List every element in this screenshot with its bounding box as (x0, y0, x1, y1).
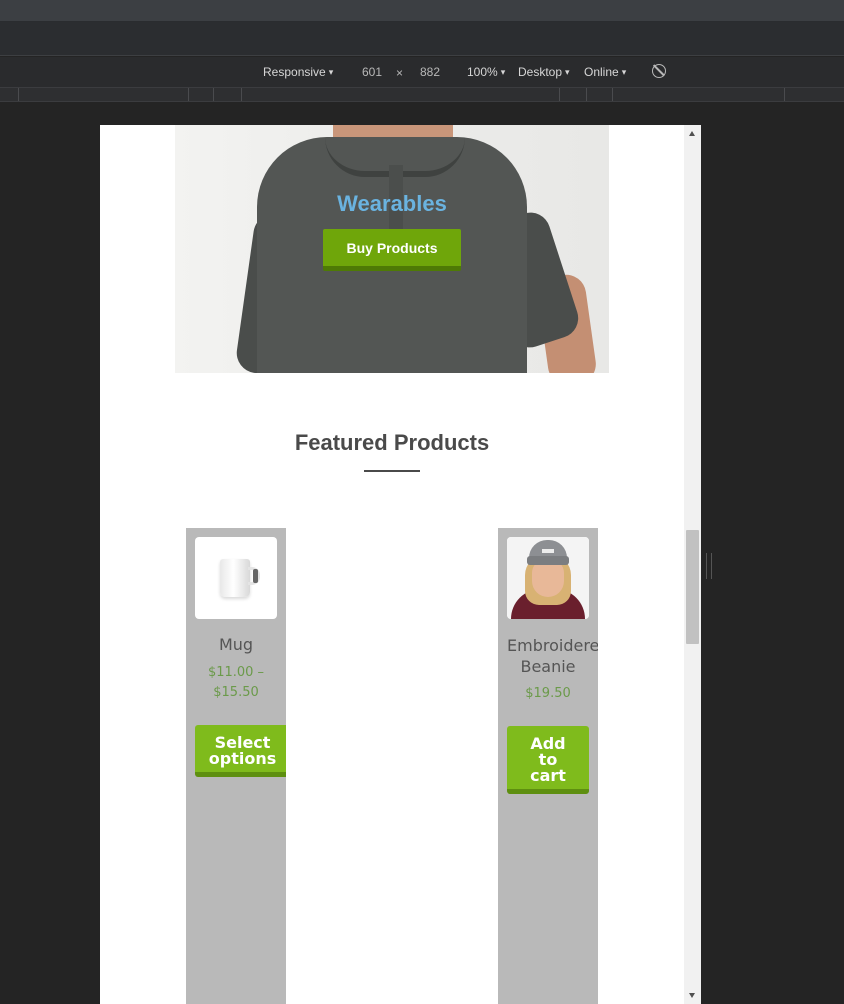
add-to-cart-button[interactable]: Add to cart (507, 726, 589, 794)
emulated-viewport: Wearables Buy Products Featured Products… (100, 125, 701, 1004)
product-card-mug: Mug $11.00 – $15.50 Select options (186, 528, 286, 1004)
beanie-image-part (527, 556, 569, 565)
mug-thumbnail[interactable] (195, 537, 277, 619)
button-label: options (208, 749, 277, 768)
browser-top-strip (0, 0, 844, 22)
beanie-image-part (542, 549, 554, 553)
product-price: $19.50 (525, 686, 571, 701)
device-select[interactable]: Responsive ▾ (263, 65, 333, 79)
chevron-down-icon: ▾ (328, 67, 334, 77)
hero-title: Wearables (337, 191, 447, 216)
chevron-down-icon: ▾ (621, 67, 627, 77)
web-page: Wearables Buy Products Featured Products… (100, 125, 684, 1004)
page-scrollbar[interactable] (684, 125, 701, 1004)
network-select[interactable]: Online ▾ (584, 65, 626, 79)
resize-handle[interactable] (706, 553, 712, 579)
media-query-ruler (0, 87, 844, 102)
product-name[interactable]: Mug (186, 634, 286, 655)
featured-products-title: Featured Products (294, 430, 490, 455)
devtools-header (0, 22, 844, 56)
mug-image-part (253, 569, 258, 583)
mode-select[interactable]: Desktop ▾ (518, 65, 570, 79)
product-price: $11.00 – (207, 665, 265, 680)
select-options-button[interactable]: Select options (195, 725, 286, 777)
chevron-down-icon: ▾ (500, 67, 506, 77)
rotate-icon[interactable] (652, 64, 666, 78)
buy-products-button[interactable]: Buy Products (323, 229, 461, 271)
chevron-down-icon: ▾ (565, 67, 570, 77)
height-input[interactable]: 882 (420, 65, 440, 79)
device-toolbar: Responsive ▾ 601 × 882 100% ▾ Desktop ▾ Onl… (0, 57, 844, 87)
mug-image (220, 559, 250, 597)
title-divider (364, 470, 420, 472)
hero-banner: Wearables Buy Products (175, 125, 609, 373)
product-name[interactable]: Beanie (498, 656, 598, 677)
button-label: cart (530, 766, 566, 785)
zoom-select[interactable]: 100% ▾ (467, 65, 505, 79)
product-card-beanie: Embroidered Beanie $19.50 Add to cart (498, 528, 598, 1004)
product-name[interactable]: Embroidered (507, 635, 598, 656)
times-icon: × (396, 66, 404, 80)
scroll-down-icon[interactable] (689, 993, 695, 998)
width-input[interactable]: 601 (362, 65, 382, 79)
product-price: $15.50 (213, 685, 259, 700)
beanie-thumbnail[interactable] (507, 537, 589, 619)
scroll-thumb[interactable] (686, 530, 699, 644)
scroll-up-icon[interactable] (689, 131, 695, 136)
